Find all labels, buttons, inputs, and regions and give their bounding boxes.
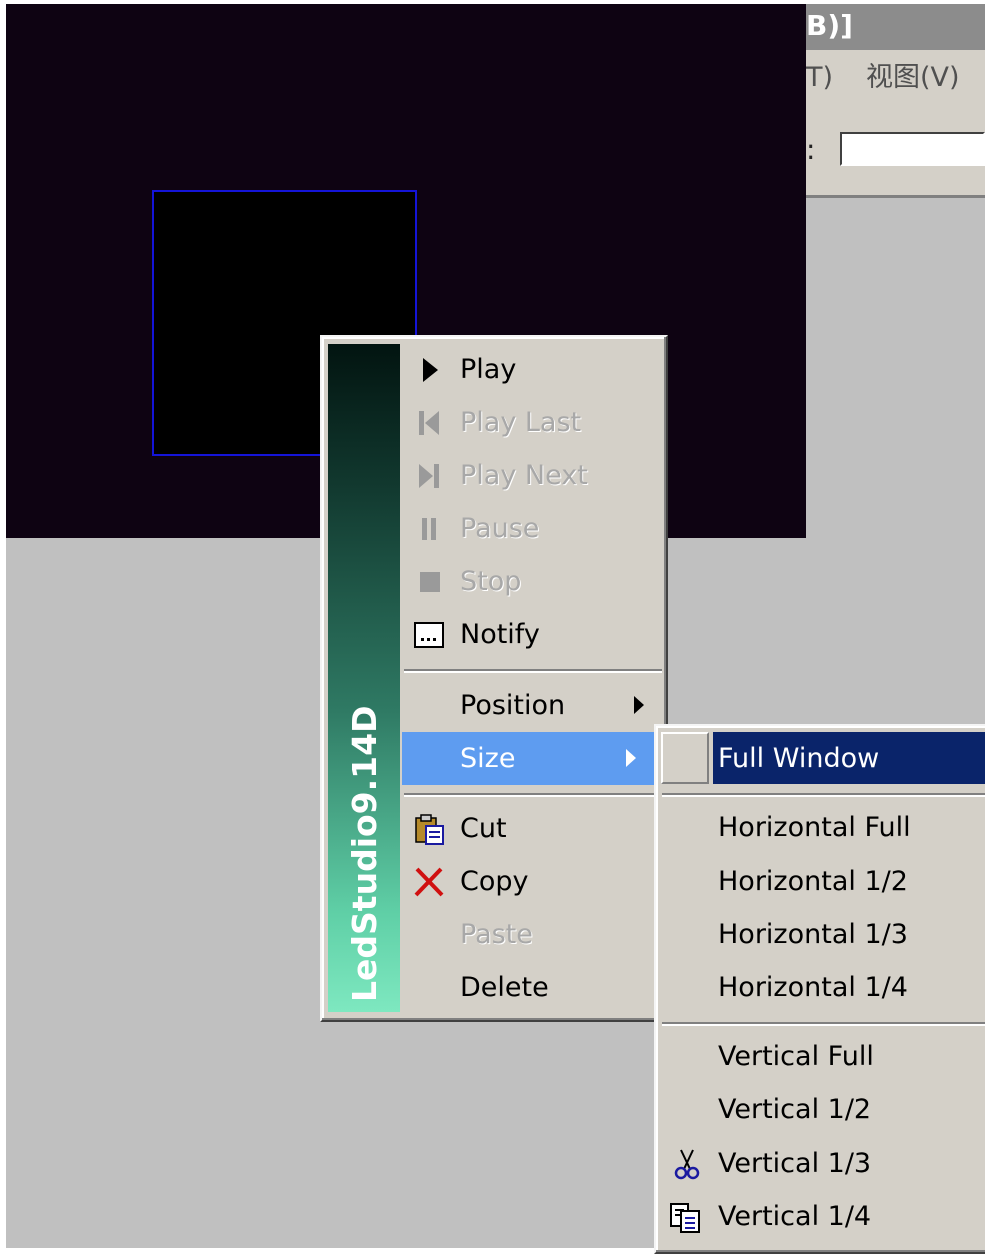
menu-item-label: Play xyxy=(460,354,517,385)
paste-icon xyxy=(670,1203,700,1233)
delete-x-icon xyxy=(414,867,444,897)
submenu-item-vertical-third[interactable]: Vertical 1/3 xyxy=(656,1137,985,1190)
submenu-item-label: Horizontal 1/2 xyxy=(718,866,908,897)
play-icon xyxy=(423,358,438,382)
menu-separator xyxy=(662,1022,985,1026)
menu-item-label: Copy xyxy=(460,866,529,897)
menu-banner: LedStudio9.14D xyxy=(328,344,400,1012)
skip-forward-icon xyxy=(419,464,439,488)
scissors-icon xyxy=(674,1149,700,1180)
submenu-item-vertical-quarter[interactable]: Vertical 1/4 xyxy=(656,1190,985,1243)
submenu-arrow-icon xyxy=(634,696,644,714)
menu-item-stop[interactable]: Stop xyxy=(402,555,662,608)
submenu-item-horizontal-full[interactable]: Horizontal Full xyxy=(656,801,985,854)
menu-item-play-next[interactable]: Play Next xyxy=(402,449,662,502)
toolbar-input[interactable] xyxy=(840,132,985,166)
menu-item-play-last[interactable]: Play Last xyxy=(402,396,662,449)
menu-item-label: Cut xyxy=(460,813,507,844)
menu-tools[interactable]: T) xyxy=(806,56,833,100)
toolbar-field-label: : xyxy=(806,133,816,166)
menu-item-label: Notify xyxy=(460,619,540,650)
submenu-item-vertical-half[interactable]: Vertical 1/2 xyxy=(656,1083,985,1136)
menu-item-label: Pause xyxy=(460,513,540,544)
menu-separator xyxy=(404,669,662,673)
menu-separator xyxy=(662,793,985,797)
submenu-item-label: Vertical 1/3 xyxy=(718,1148,872,1179)
menu-item-cut[interactable]: Cut xyxy=(402,802,654,855)
pause-icon xyxy=(422,518,436,540)
menu-item-size[interactable]: Size xyxy=(402,732,654,785)
submenu-item-horizontal-third[interactable]: Horizontal 1/3 xyxy=(656,908,985,961)
window-title: B)] xyxy=(806,9,853,42)
menu-item-label: Play Next xyxy=(460,460,588,491)
menu-item-copy[interactable]: Copy xyxy=(402,855,654,908)
menu-item-play[interactable]: Play xyxy=(402,343,662,396)
menu-item-delete[interactable]: Delete xyxy=(402,961,654,1014)
banner-label: LedStudio9.14D xyxy=(345,705,384,1002)
submenu-arrow-icon xyxy=(626,749,636,767)
menu-item-notify[interactable]: Notify xyxy=(402,608,662,661)
menu-item-label: Position xyxy=(460,690,566,721)
submenu-item-label: Horizontal Full xyxy=(718,812,911,843)
submenu-item-horizontal-half[interactable]: Horizontal 1/2 xyxy=(656,855,985,908)
menu-view[interactable]: 视图(V) xyxy=(866,56,960,100)
menu-item-label: Size xyxy=(460,743,516,774)
notify-icon xyxy=(414,622,444,648)
submenu-item-label: Horizontal 1/4 xyxy=(718,972,908,1003)
submenu-item-horizontal-quarter[interactable]: Horizontal 1/4 xyxy=(656,961,985,1014)
submenu-item-full-window[interactable]: Full Window xyxy=(656,732,985,785)
submenu-item-vertical-full[interactable]: Vertical Full xyxy=(656,1030,985,1083)
menu-item-label: Stop xyxy=(460,566,522,597)
clipboard-icon xyxy=(415,814,444,845)
menu-separator xyxy=(404,793,654,797)
menu-item-position[interactable]: Position xyxy=(402,679,662,732)
submenu-item-label: Vertical Full xyxy=(718,1041,874,1072)
submenu-item-label: Full Window xyxy=(718,743,880,774)
menu-item-label: Paste xyxy=(460,919,533,950)
menu-item-label: Play Last xyxy=(460,407,582,438)
submenu-item-label: Horizontal 1/3 xyxy=(718,919,908,950)
stop-icon xyxy=(420,572,440,592)
submenu-item-label: Vertical 1/4 xyxy=(718,1201,872,1232)
menu-item-pause[interactable]: Pause xyxy=(402,502,662,555)
submenu-item-label: Vertical 1/2 xyxy=(718,1094,872,1125)
menu-item-label: Delete xyxy=(460,972,549,1003)
menu-item-paste[interactable]: Paste xyxy=(402,908,654,961)
skip-back-icon xyxy=(419,411,439,435)
